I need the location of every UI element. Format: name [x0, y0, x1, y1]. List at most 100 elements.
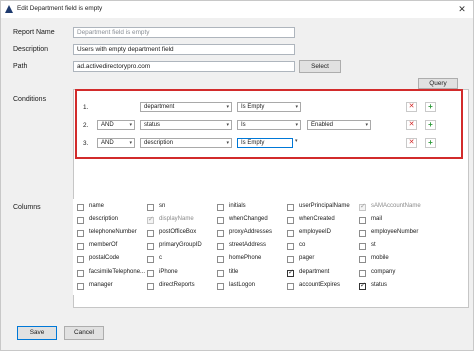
title-bar: Edit Department field is empty ✕ — [1, 1, 473, 18]
report-name-label: Report Name — [13, 29, 55, 36]
chevron-down-icon: ▾ — [365, 122, 368, 128]
column-checkbox[interactable] — [147, 256, 154, 264]
condition-field-value: status — [144, 122, 161, 128]
chevron-down-icon: ▾ — [226, 104, 229, 110]
condition-join-value: AND — [101, 122, 114, 128]
column-checkbox[interactable] — [147, 230, 154, 238]
condition-operator-select[interactable]: Is ▾ — [237, 120, 301, 130]
column-checkbox[interactable] — [147, 282, 154, 290]
column-checkbox[interactable] — [77, 243, 84, 251]
column-name: st — [371, 242, 376, 249]
column-checkbox[interactable] — [217, 269, 224, 277]
column-checkbox[interactable] — [359, 217, 366, 225]
delete-condition-icon[interactable]: ✕ — [406, 120, 417, 130]
column-checkbox[interactable] — [287, 268, 294, 277]
condition-field-select[interactable]: status ▾ — [140, 120, 232, 130]
path-label: Path — [13, 63, 28, 70]
report-name-input[interactable]: Department field is empty — [73, 27, 295, 38]
condition-operator-select[interactable]: Is Empty ▾ — [237, 102, 301, 112]
column-checkbox[interactable] — [287, 230, 294, 238]
chevron-down-icon: ▾ — [295, 122, 298, 128]
column-name: employeeNumber — [371, 229, 419, 236]
column-name: accountExpires — [299, 281, 341, 288]
column-checkbox[interactable] — [287, 256, 294, 264]
condition-value-value: Enabled — [311, 122, 334, 128]
column-name: sn — [159, 203, 166, 209]
chevron-down-icon: ▾ — [226, 122, 229, 128]
column-checkbox[interactable] — [217, 243, 224, 251]
condition-number: 3. — [83, 140, 89, 147]
add-condition-icon[interactable]: + — [425, 138, 436, 148]
condition-field-select[interactable]: description ▾ — [140, 138, 232, 148]
column-checkbox[interactable] — [77, 217, 84, 225]
column-checkbox[interactable] — [217, 256, 224, 264]
delete-condition-icon[interactable]: ✕ — [406, 138, 417, 148]
condition-value-select[interactable]: Enabled ▾ — [307, 120, 371, 130]
add-condition-icon[interactable]: + — [425, 102, 436, 112]
column-name: memberOf — [89, 242, 118, 249]
column-name: initials — [229, 203, 246, 209]
column-checkbox[interactable] — [359, 243, 366, 251]
column-checkbox[interactable] — [287, 282, 294, 290]
description-label: Description — [13, 46, 49, 53]
column-name: mobile — [371, 255, 389, 262]
chevron-down-icon: ▾ — [129, 122, 132, 128]
column-checkbox[interactable] — [287, 243, 294, 251]
column-name: status — [371, 281, 388, 288]
condition-field-value: description — [144, 140, 174, 146]
column-name: title — [229, 268, 239, 275]
chevron-down-icon: ▾ — [295, 104, 298, 110]
column-name: postalCode — [89, 255, 120, 262]
columns-label: Columns — [13, 204, 41, 211]
column-checkbox[interactable] — [359, 256, 366, 264]
column-checkbox[interactable] — [287, 217, 294, 225]
chevron-down-icon: ▾ — [129, 140, 132, 146]
column-checkbox[interactable] — [217, 230, 224, 238]
column-name: company — [371, 268, 396, 275]
column-name: postOfficeBox — [159, 229, 197, 236]
column-checkbox[interactable] — [77, 204, 84, 211]
chevron-down-icon[interactable]: ▾ — [295, 138, 298, 144]
delete-condition-icon[interactable]: ✕ — [406, 102, 417, 112]
column-checkbox[interactable] — [217, 204, 224, 211]
column-checkbox[interactable] — [77, 282, 84, 290]
columns-checklist: name description telephoneNumber memberOf po… — [73, 199, 466, 295]
condition-join-select[interactable]: AND ▾ — [97, 120, 135, 130]
condition-field-select[interactable]: department ▾ — [140, 102, 232, 112]
save-button[interactable]: Save — [17, 326, 57, 340]
cancel-button[interactable]: Cancel — [64, 326, 104, 340]
column-name: co — [299, 242, 306, 249]
column-name: userPrincipalName — [299, 203, 350, 209]
column-checkbox[interactable] — [217, 282, 224, 290]
condition-operator-select[interactable]: Is Empty — [237, 138, 293, 148]
condition-number: 2. — [83, 122, 89, 129]
condition-number: 1. — [83, 104, 89, 111]
condition-operator-value: Is — [241, 122, 246, 128]
add-condition-icon[interactable]: + — [425, 120, 436, 130]
column-checkbox[interactable] — [359, 230, 366, 238]
column-checkbox[interactable] — [217, 217, 224, 225]
column-checkbox[interactable] — [77, 269, 84, 277]
column-name: telephoneNumber — [89, 229, 137, 236]
column-name: displayName — [159, 216, 194, 223]
column-checkbox[interactable] — [147, 269, 154, 277]
description-input[interactable]: Users with empty department field — [73, 44, 295, 55]
select-button[interactable]: Select — [299, 60, 341, 73]
column-checkbox[interactable] — [77, 230, 84, 238]
edit-report-window: Edit Department field is empty ✕ Report … — [0, 0, 474, 351]
column-name: proxyAddresses — [229, 229, 273, 236]
column-checkbox[interactable] — [287, 204, 294, 211]
condition-join-select[interactable]: AND ▾ — [97, 138, 135, 148]
column-name: whenCreated — [299, 216, 335, 223]
column-checkbox[interactable] — [359, 269, 366, 277]
column-checkbox — [359, 202, 366, 211]
column-checkbox[interactable] — [147, 243, 154, 251]
column-checkbox[interactable] — [77, 256, 84, 264]
column-checkbox[interactable] — [359, 281, 366, 290]
column-name: iPhone — [159, 268, 178, 275]
query-button[interactable]: Query — [418, 78, 458, 89]
close-icon[interactable]: ✕ — [455, 3, 469, 15]
column-checkbox[interactable] — [147, 204, 154, 211]
path-input[interactable]: ad.activedirectorypro.com — [73, 61, 295, 72]
column-name: manager — [89, 281, 113, 288]
